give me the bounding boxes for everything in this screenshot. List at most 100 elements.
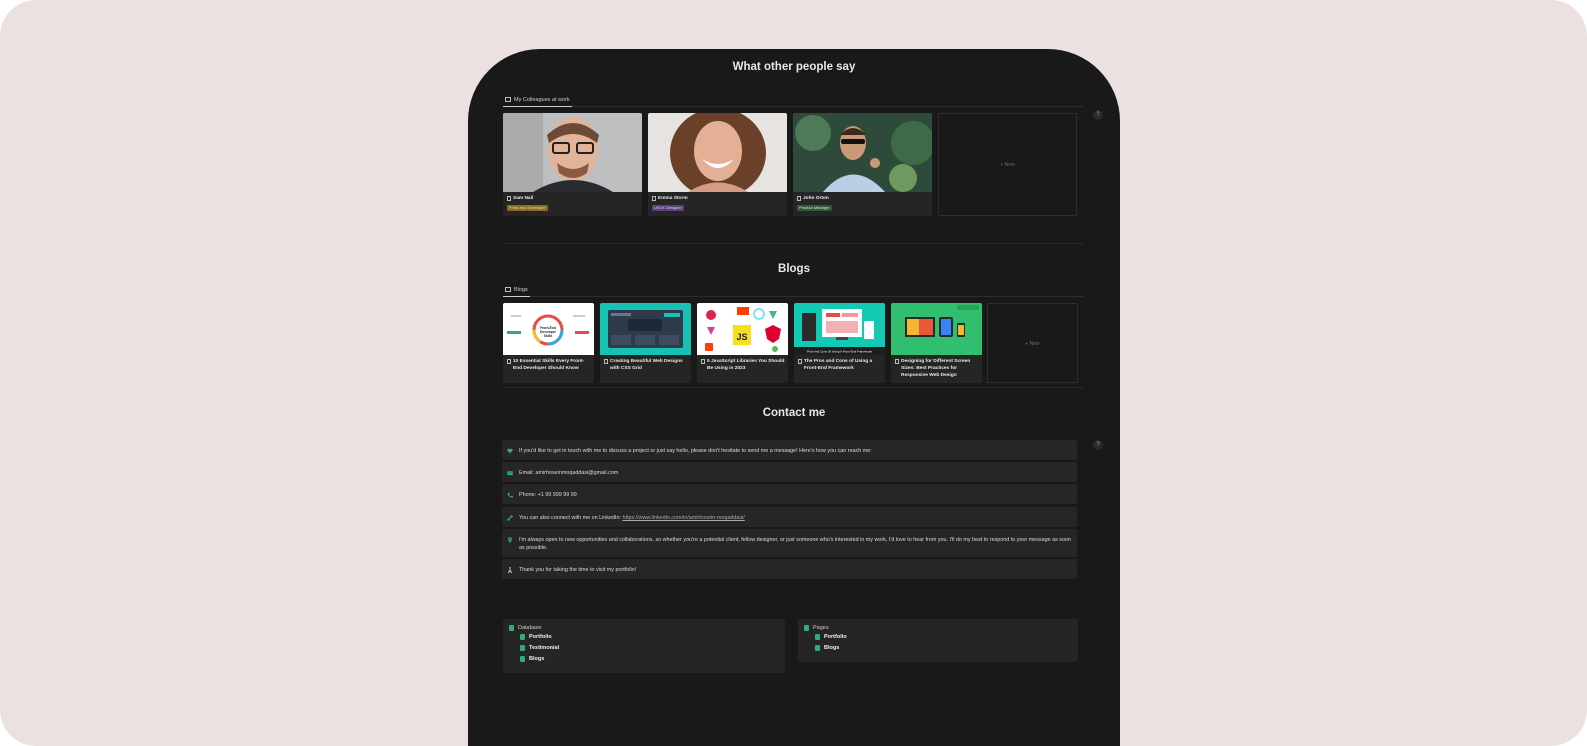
database-item-blogs[interactable]: Blogs [520,656,544,662]
blog-cover-responsive [891,303,982,355]
role-badge: Front-end Developer [507,205,548,211]
pages-header[interactable]: Pages [804,625,829,631]
contact-heading: Contact me [762,407,826,419]
blog-title: 5 JavaScript Libraries You Should Be Usi… [707,359,785,371]
new-label: + New [1025,341,1040,347]
blog-title: The Pros and Cons of Using a Front-End F… [804,359,873,371]
person-icon [507,567,513,573]
cover-caption: Pros And Cons Of Using A Front-End Frame… [807,350,873,354]
database-item-label: Testimonial [529,645,560,651]
emma-photo [648,113,787,192]
blog-cover-skills: Front-End Developer Skills [503,303,594,355]
device-screen: What other people say My Colleagues at w… [468,49,1120,746]
pages-item-portfolio[interactable]: Portfolio [815,634,847,640]
database-item-label: Blogs [529,656,545,662]
contact-thanks-text: Thank you for taking the time to visit m… [519,567,637,573]
contact-opportunities-text: I'm always open to new opportunities and… [519,537,1071,551]
pages-panel: Pages Portfolio Blogs [798,619,1078,662]
database-item-portfolio[interactable]: Portfolio [520,634,552,640]
tab-blogs[interactable]: Blogs [503,283,530,297]
person-name: Emma Storm [658,196,688,201]
blog-card-1[interactable]: Front-End Developer Skills 10 Essential … [503,303,594,383]
blogs-heading: Blogs [778,263,810,275]
blog-title: Designing for Different Screen Sizes: Be… [901,359,971,378]
contact-callout-thanks: Thank you for taking the time to visit m… [502,559,1077,579]
blog-card-3[interactable]: JS 5 JavaScript Libraries You Should Be … [697,303,788,383]
blog-cover-js-libraries: JS [697,303,788,355]
testimonial-card-emma[interactable]: Emma Storm UI/UX Designer [648,113,787,216]
blog-title: 10 Essential Skills Every Front-End Deve… [513,359,585,371]
blog-card-5[interactable]: Designing for Different Screen Sizes: Be… [891,303,982,383]
person-name: John Orton [803,196,829,201]
blog-cover-framework: Pros And Cons Of Using A Front-End Frame… [794,303,885,355]
page-icon [815,645,820,651]
person-name: Sam Nail [513,196,534,201]
contact-callout-linkedin: You can also connect with me on LinkedIn… [502,507,1077,527]
new-testimonial-button[interactable]: + New [938,113,1077,216]
page-icon [701,359,705,364]
blog-cover-css-grid [600,303,691,355]
pages-item-label: Blogs [824,645,840,651]
contact-intro-text: If you'd like to get in touch with me to… [519,448,872,454]
svg-text:Skills: Skills [544,334,553,338]
database-item-testimonial[interactable]: Testimonial [520,645,559,651]
phone-icon [507,492,513,498]
pin-icon [508,537,512,543]
testimonials-heading: What other people say [732,61,856,73]
page-background: What other people say My Colleagues at w… [0,0,1587,746]
section-divider [503,387,1083,388]
gallery-view-icon [505,97,511,102]
sam-photo [503,113,642,192]
database-label: Database [518,625,542,631]
tab-colleagues-label: My Colleagues at work [514,96,570,103]
blogs-tabbar: Blogs [503,283,1083,297]
heart-icon [507,448,513,454]
database-icon [520,656,525,662]
gallery-view-icon [505,287,511,292]
role-badge: UI/UX Designer [652,205,684,211]
database-item-label: Portfolio [529,634,552,640]
blog-card-2[interactable]: Creating Beautiful Web Designs with CSS … [600,303,691,383]
pages-item-label: Portfolio [824,634,847,640]
contact-callout-intro: If you'd like to get in touch with me to… [502,440,1077,460]
testimonial-card-john[interactable]: John Orton Product Manager [793,113,932,216]
page-icon [798,359,802,364]
contact-linkedin-text: You can also connect with me on LinkedIn… [519,515,623,521]
page-icon [815,634,820,640]
linkedin-link[interactable]: https://www.linkedin.com/in/amirhosein-m… [623,515,745,521]
page-icon [797,196,801,201]
section-divider [503,243,1083,244]
database-panel: Database Portfolio Testimonial Blogs [503,619,785,673]
testimonial-card-sam[interactable]: Sam Nail Front-end Developer [503,113,642,216]
contact-callout-opportunities: I'm always open to new opportunities and… [502,529,1077,557]
page-icon [652,196,656,201]
page-icon [507,359,511,364]
tab-colleagues[interactable]: My Colleagues at work [503,93,572,107]
pages-item-blogs[interactable]: Blogs [815,645,839,651]
link-icon [507,515,513,521]
database-icon [520,634,525,640]
contact-phone-text[interactable]: Phone: +1 99 999 99 99 [519,491,577,499]
help-button[interactable]: ? [1093,110,1103,120]
page-icon [604,359,608,364]
contact-callout-phone: Phone: +1 99 999 99 99 [502,484,1077,504]
database-header[interactable]: Database [509,625,542,631]
js-logo-text: JS [736,332,747,342]
role-badge: Product Manager [797,205,832,211]
contact-email-text[interactable]: Email: amirhoseinmoqaddasi@gmail.com [519,469,618,477]
tab-blogs-label: Blogs [514,286,528,293]
page-icon [895,359,899,364]
new-label: + New [1000,162,1015,168]
help-button[interactable]: ? [1093,440,1103,450]
testimonials-tabbar: My Colleagues at work [503,93,1083,107]
database-icon [520,645,525,651]
database-icon [509,625,514,631]
page-icon [507,196,511,201]
contact-callout-email: Email: amirhoseinmoqaddasi@gmail.com [502,462,1077,482]
page-icon [804,625,809,631]
pages-label: Pages [813,625,829,631]
blog-title: Creating Beautiful Web Designs with CSS … [610,359,683,371]
john-photo [793,113,932,192]
new-blog-button[interactable]: + New [987,303,1078,383]
blog-card-4[interactable]: Pros And Cons Of Using A Front-End Frame… [794,303,885,383]
